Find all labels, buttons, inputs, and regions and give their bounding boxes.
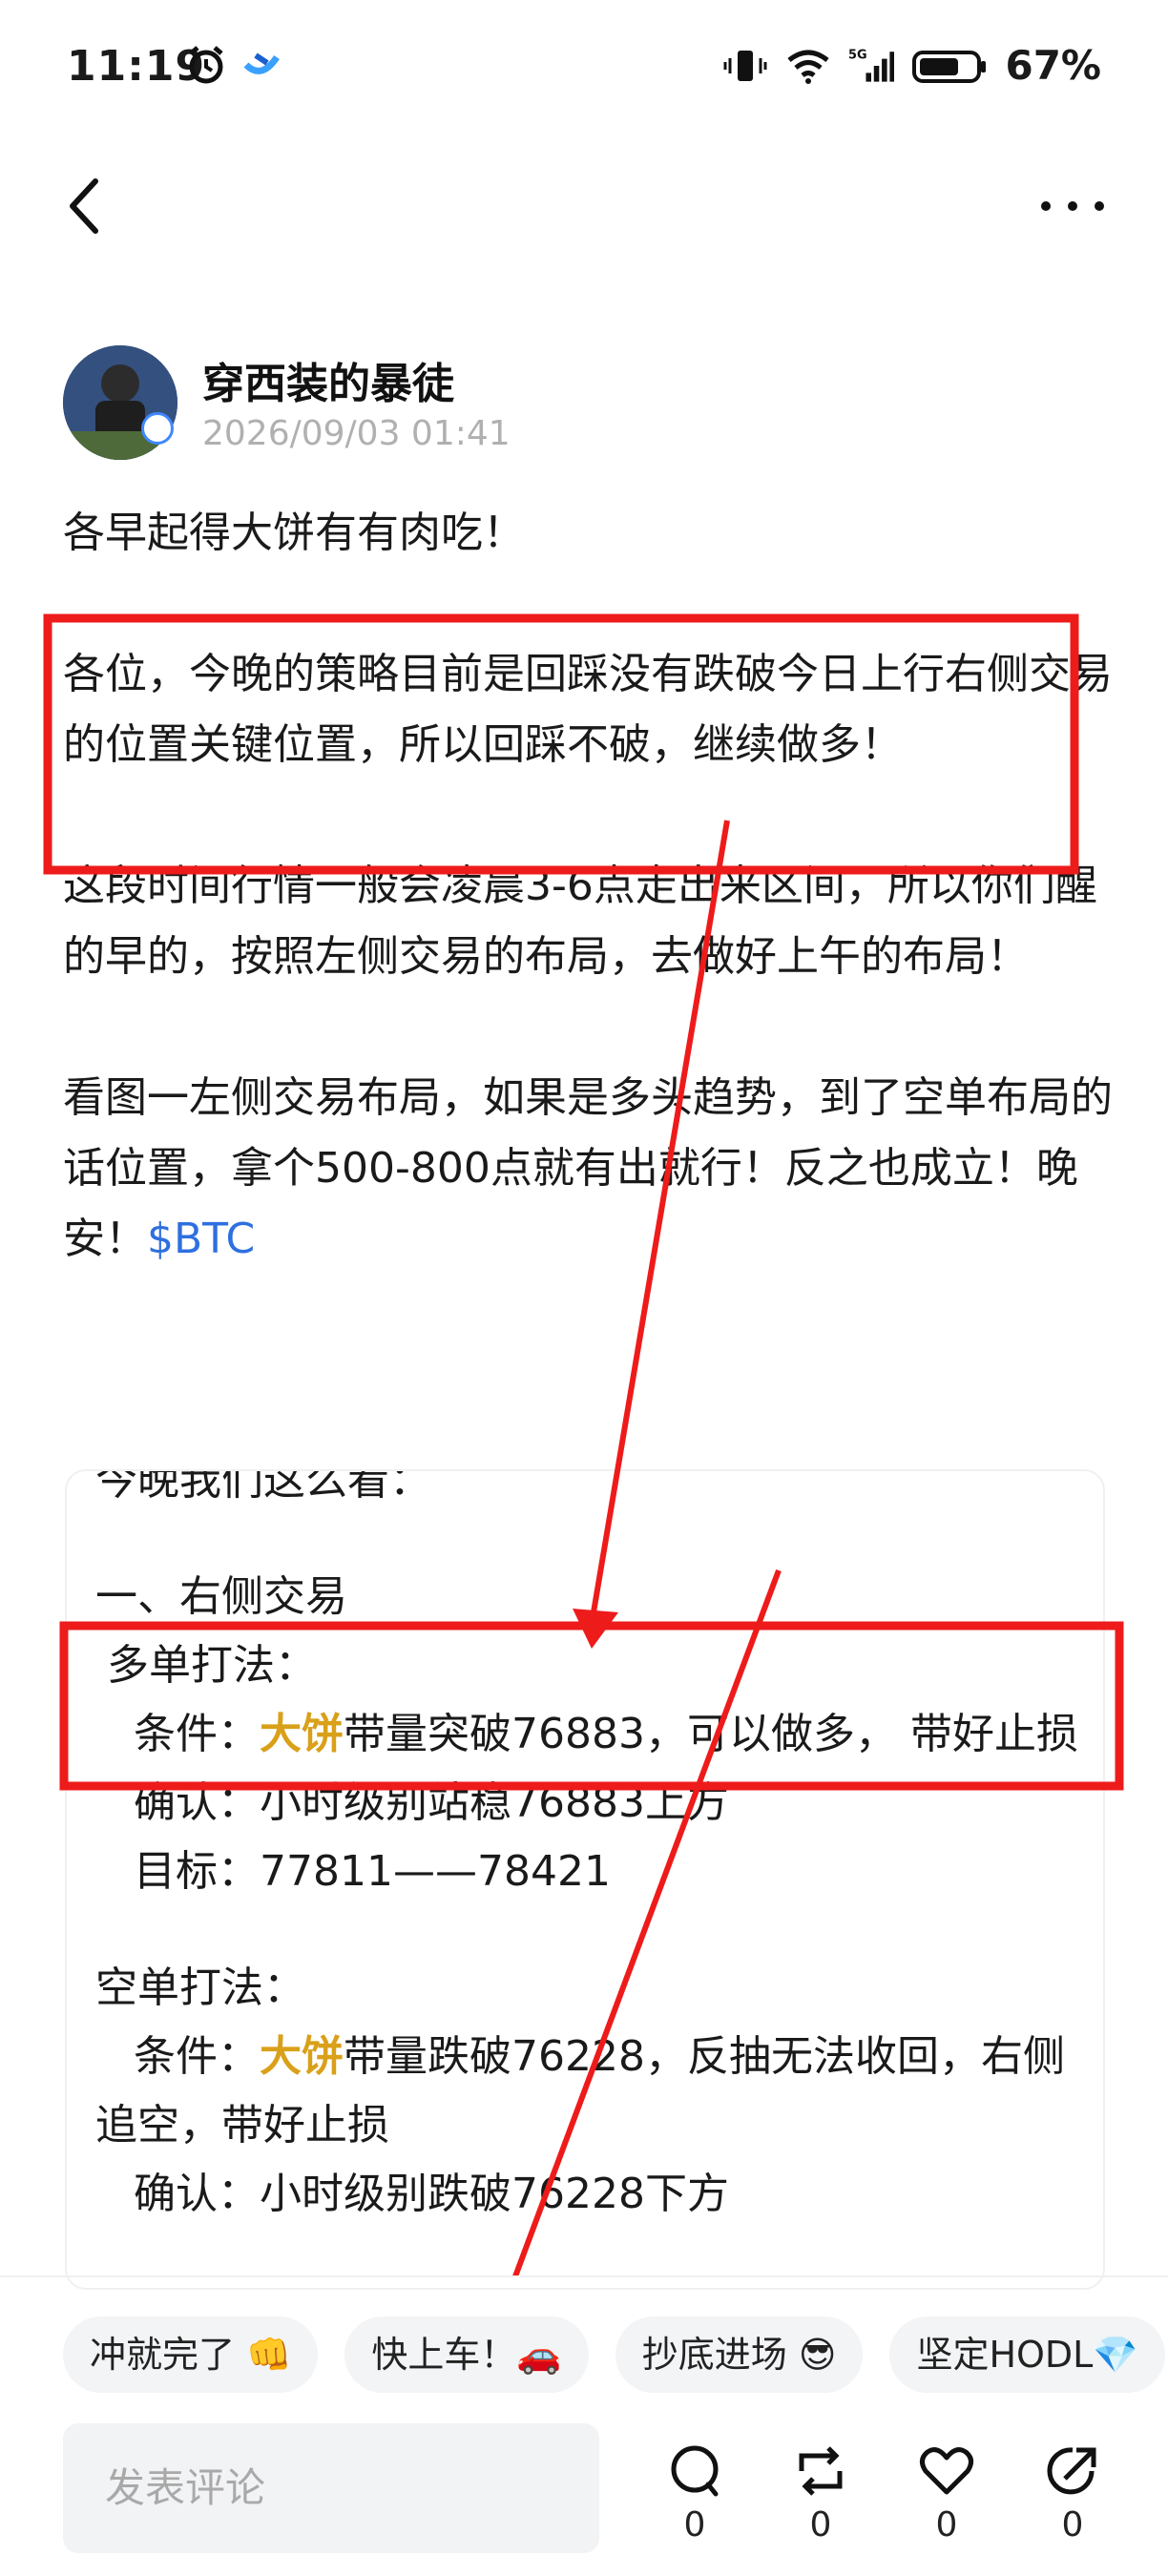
comment-button[interactable]: 0	[657, 2442, 733, 2545]
post-paragraph: 各位，今晚的策略目前是回踩没有跌破今日上行右侧交易的位置关键位置，所以回踩不破，…	[63, 650, 1113, 769]
condition-label: 条件：	[134, 2032, 260, 2081]
keyword-highlight: 大饼	[260, 1710, 344, 1758]
post-paragraph: 这段时间行情一般会凌晨3-6点走出来区间，所以你们醒的早的，按照左侧交易的布局，…	[63, 862, 1097, 981]
embedded-post-card[interactable]: 今晚我们这么看： 一、右侧交易 多单打法： 条件：大饼带量突破76883，可以做…	[65, 1469, 1105, 2290]
share-button[interactable]: 0	[1034, 2442, 1111, 2545]
status-icons: 5G 67%	[722, 42, 1101, 89]
hashtag-link[interactable]: $BTC	[147, 1215, 255, 1263]
comment-input[interactable]: 发表评论	[63, 2423, 599, 2553]
share-icon	[1047, 2447, 1096, 2495]
card-intro: 今晚我们这么看：	[95, 1469, 431, 1505]
wifi-icon	[787, 50, 830, 84]
heart-icon	[920, 2447, 973, 2495]
status-bar: 11:19 5G 67%	[0, 0, 1168, 134]
long-strategy-title: 多单打法：	[107, 1641, 317, 1690]
reaction-chip[interactable]: 抄底进场 😎	[615, 2316, 864, 2393]
repost-count: 0	[809, 2505, 832, 2545]
repost-button[interactable]: 0	[782, 2442, 859, 2545]
alarm-clock-icon	[189, 46, 223, 84]
short-strategy-title: 空单打法：	[95, 1963, 305, 2012]
condition-text: 带量突破76883，可以做多， 带好止损	[344, 1710, 1078, 1758]
short-confirm: 确认：小时级别跌破76228下方	[134, 2170, 729, 2218]
reaction-chips: 冲就完了 👊 快上车！🚗 抄底进场 😎 坚定HODL💎	[63, 2316, 1165, 2393]
post-timestamp: 2026/09/03 01:41	[202, 414, 511, 453]
like-button[interactable]: 0	[908, 2442, 985, 2545]
cellular-signal-icon: 5G	[848, 48, 895, 82]
section-title: 一、右侧交易	[95, 1572, 347, 1621]
verified-badge-icon	[141, 412, 174, 445]
post-paragraph: 各早起得大饼有有肉吃！	[63, 509, 525, 557]
repost-icon	[799, 2446, 843, 2496]
comment-icon	[671, 2445, 719, 2497]
long-target: 目标：77811——78421	[134, 1847, 611, 1896]
comment-count: 0	[683, 2505, 706, 2545]
reaction-chip[interactable]: 快上车！🚗	[344, 2316, 589, 2393]
share-count: 0	[1061, 2505, 1084, 2545]
condition-label: 条件：	[134, 1710, 260, 1758]
app-notification-icon	[243, 52, 280, 74]
author-name[interactable]: 穿西装的暴徒	[202, 349, 454, 410]
card-content: 今晚我们这么看： 一、右侧交易 多单打法： 条件：大饼带量突破76883，可以做…	[95, 1469, 1088, 2229]
reaction-chip[interactable]: 坚定HODL💎	[889, 2316, 1165, 2393]
post-body: 各早起得大饼有有肉吃！ 各位，今晚的策略目前是回踩没有跌破今日上行右侧交易的位置…	[63, 498, 1113, 1275]
post-paragraph-with-tag: 看图一左侧交易布局，如果是多头趋势，到了空单布局的话位置，拿个500-800点就…	[63, 1063, 1113, 1275]
short-condition: 条件：大饼带量跌破76228，反抽无法收回，右侧追空，带好止损	[95, 2023, 1088, 2160]
vibrate-icon	[723, 50, 767, 81]
keyword-highlight: 大饼	[260, 2032, 344, 2081]
more-options-icon[interactable]	[1034, 172, 1111, 240]
like-count: 0	[935, 2505, 958, 2545]
reaction-chip[interactable]: 冲就完了 👊	[63, 2316, 319, 2393]
long-condition: 条件：大饼带量突破76883，可以做多， 带好止损	[95, 1700, 1088, 1769]
long-confirm: 确认：小时级别站稳76883上方	[134, 1778, 729, 1827]
svg-text:5G: 5G	[848, 48, 867, 62]
back-chevron-icon[interactable]	[57, 172, 115, 240]
bottom-divider	[0, 2275, 1168, 2277]
battery-percent: 67%	[1005, 42, 1101, 89]
battery-icon	[912, 50, 987, 83]
